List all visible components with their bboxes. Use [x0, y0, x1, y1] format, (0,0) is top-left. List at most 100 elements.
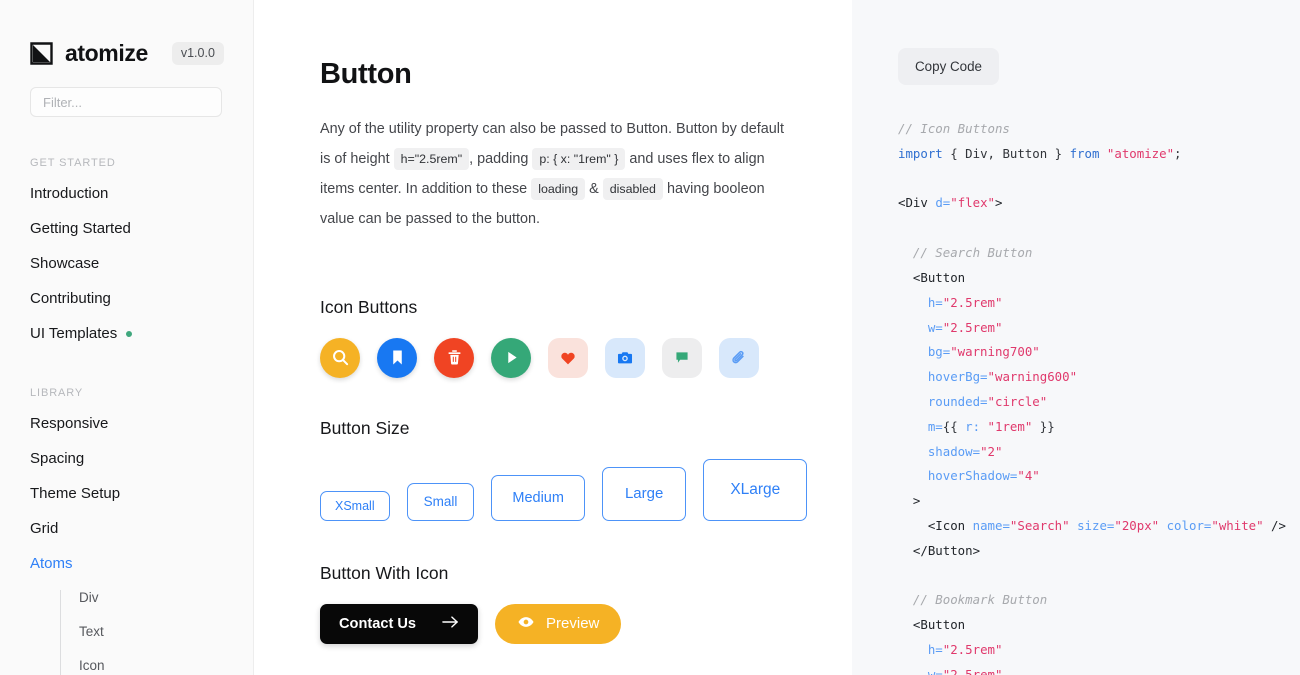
button-size-small[interactable]: Small — [406, 482, 475, 521]
code-line: <Button — [898, 269, 966, 285]
atomize-logo-icon — [30, 42, 53, 65]
code-line: shadow="2" — [898, 443, 1003, 459]
copy-code-button[interactable]: Copy Code — [898, 48, 999, 85]
search-button[interactable] — [320, 337, 360, 378]
sidebar-item-getting-started[interactable]: Getting Started — [30, 220, 253, 238]
nav-list-library: Responsive Spacing Theme Setup Grid Atom… — [0, 415, 253, 675]
attachment-button[interactable] — [719, 337, 759, 378]
sidebar-subitem-div[interactable]: Div — [79, 590, 253, 606]
button-size-medium[interactable]: Medium — [491, 474, 585, 521]
heart-icon — [559, 349, 577, 367]
code-line: <Div d="flex"> — [898, 195, 1003, 211]
sidebar-sublist-atoms: Div Text Icon Button — [60, 590, 253, 675]
play-button[interactable] — [491, 337, 531, 378]
code-line: rounded="circle" — [898, 393, 1048, 409]
nav-section-title-get-started: GET STARTED — [30, 157, 116, 169]
nav-list-get-started: Introduction Getting Started Showcase Co… — [0, 185, 253, 343]
sidebar-item-label: Getting Started — [30, 220, 131, 237]
code-line: m={{ r: "1rem" }} — [898, 418, 1055, 434]
contact-us-button[interactable]: Contact Us — [320, 603, 479, 644]
arrow-right-icon — [442, 615, 459, 633]
icon-buttons-group — [320, 337, 852, 378]
button-with-icon-group: Contact Us Preview — [320, 603, 852, 644]
sidebar-item-label: Grid — [30, 520, 59, 537]
section-heading-icon-buttons: Icon Buttons — [320, 296, 418, 317]
sidebar-item-responsive[interactable]: Responsive — [30, 415, 253, 433]
bookmark-button[interactable] — [377, 337, 417, 378]
intro-ampersand: & — [589, 180, 599, 197]
favorite-button[interactable] — [548, 337, 588, 378]
section-heading-button-with-icon: Button With Icon — [320, 562, 449, 583]
sidebar-item-showcase[interactable]: Showcase — [30, 255, 253, 273]
brand[interactable]: atomize v1.0.0 — [0, 0, 253, 65]
filter-input[interactable] — [30, 87, 222, 117]
code-line: h="2.5rem" — [898, 642, 1003, 658]
button-size-row: XSmall Small Medium Large XLarge <> — [320, 458, 852, 521]
sidebar-item-grid[interactable]: Grid — [30, 520, 253, 538]
contact-us-label: Contact Us — [339, 615, 417, 632]
sidebar-item-label: Responsive — [30, 415, 109, 432]
section-button-size: Button Size XSmall Small Medium Large XL… — [320, 418, 852, 521]
inline-code-height: h="2.5rem" — [393, 147, 470, 170]
button-with-icon-row: Contact Us Preview — [320, 603, 852, 644]
sidebar-item-label: Atoms — [30, 555, 73, 572]
sidebar-item-atoms[interactable]: Atoms — [30, 555, 253, 573]
sidebar-item-contributing[interactable]: Contributing — [30, 290, 253, 308]
play-icon — [502, 348, 521, 367]
sidebar-item-label: UI Templates — [30, 325, 118, 342]
inline-code-loading: loading — [531, 177, 586, 200]
sidebar-item-label: Contributing — [30, 290, 111, 307]
code-line: w="2.5rem" — [898, 666, 1003, 675]
new-indicator-dot-icon — [126, 331, 133, 337]
intro-text-2: , padding — [469, 150, 529, 167]
code-block: // Icon Buttons import { Div, Button } fr… — [898, 117, 1300, 675]
preview-label: Preview — [546, 615, 600, 633]
button-size-group: XSmall Small Medium Large XLarge — [320, 458, 852, 521]
trash-icon — [445, 348, 464, 367]
app-root: atomize v1.0.0 GET STARTED Introduction … — [0, 0, 1300, 675]
sidebar-subitem-text[interactable]: Text — [79, 624, 253, 640]
button-size-large[interactable]: Large — [601, 466, 687, 521]
code-panel: Copy Code // Icon Buttons import { Div, B… — [852, 0, 1300, 675]
section-icon-buttons: Icon Buttons — [320, 297, 852, 378]
bookmark-icon — [388, 348, 407, 367]
code-line: // Search Button — [898, 245, 1033, 261]
code-line: // Bookmark Button — [898, 592, 1048, 608]
camera-button[interactable] — [605, 337, 645, 378]
code-line: </Button> — [898, 542, 981, 558]
flag-button[interactable] — [662, 337, 702, 378]
code-line: hoverBg="warning600" — [898, 369, 1078, 385]
main-content: Button Any of the utility property can a… — [254, 0, 852, 675]
brand-name: atomize — [65, 40, 148, 66]
sidebar-item-introduction[interactable]: Introduction — [30, 185, 253, 203]
sidebar: atomize v1.0.0 GET STARTED Introduction … — [0, 0, 254, 675]
delete-button[interactable] — [434, 337, 474, 378]
sidebar-item-ui-templates[interactable]: UI Templates — [30, 325, 253, 343]
search-icon — [331, 348, 350, 367]
code-line: w="2.5rem" — [898, 319, 1003, 335]
inline-code-disabled: disabled — [602, 177, 663, 200]
code-line: hoverShadow="4" — [898, 468, 1040, 484]
sidebar-item-theme-setup[interactable]: Theme Setup — [30, 485, 253, 503]
sidebar-item-label: Spacing — [30, 450, 85, 467]
code-line: <Icon name="Search" size="20px" color="w… — [898, 518, 1286, 533]
sidebar-item-label: Introduction — [30, 185, 109, 202]
sidebar-item-spacing[interactable]: Spacing — [30, 450, 253, 468]
flag-icon — [673, 349, 691, 367]
preview-button[interactable]: Preview — [495, 603, 622, 644]
section-button-with-icon: Button With Icon Contact Us Preview — [320, 563, 852, 644]
page-title: Button — [320, 58, 412, 90]
code-line: import { Div, Button } from "atomize"; — [898, 145, 1182, 161]
code-line: // Icon Buttons — [898, 121, 1010, 136]
section-heading-button-size: Button Size — [320, 417, 410, 438]
button-size-xlarge[interactable]: XLarge — [703, 458, 808, 521]
button-size-xsmall[interactable]: XSmall — [320, 490, 390, 521]
sidebar-item-label: Showcase — [30, 255, 100, 272]
filter-wrapper — [0, 65, 253, 117]
sidebar-item-label: Theme Setup — [30, 485, 121, 502]
sidebar-subitem-icon[interactable]: Icon — [79, 658, 253, 674]
code-line: h="2.5rem" — [898, 294, 1003, 310]
